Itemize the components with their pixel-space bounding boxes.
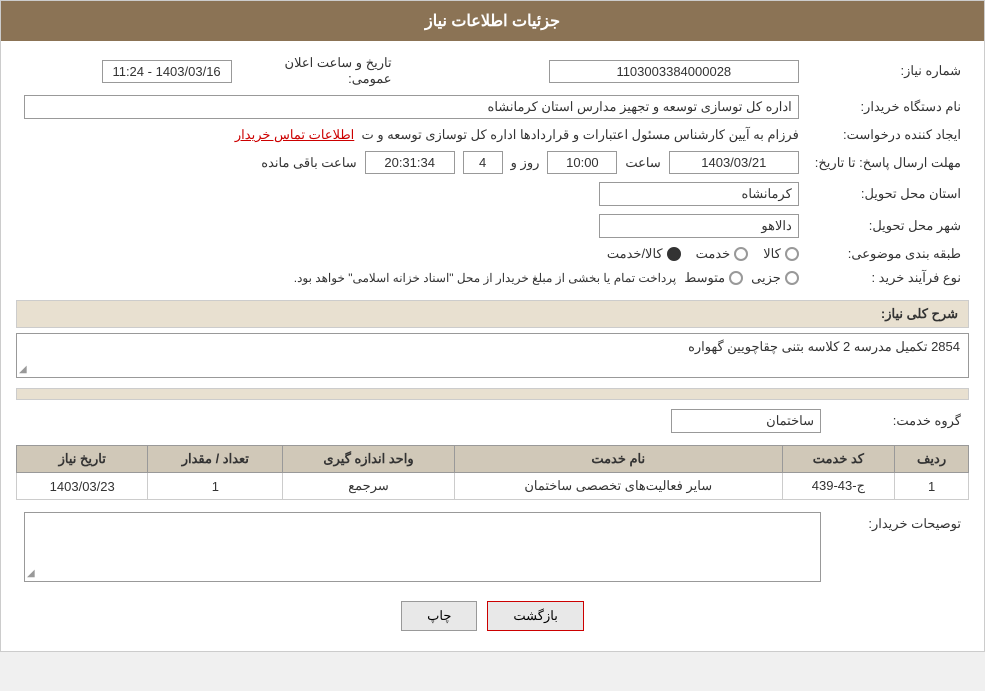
days-label: روز و bbox=[511, 155, 540, 171]
city-value: دالاهو bbox=[16, 210, 807, 242]
province-value: کرمانشاه bbox=[16, 178, 807, 210]
deadline-days-box: 4 bbox=[463, 151, 503, 174]
service-group-box: ساختمان bbox=[671, 409, 821, 433]
category-label: طبقه بندی موضوعی: bbox=[807, 242, 969, 266]
need-description-box: 2854 تکمیل مدرسه 2 کلاسه بتنی چقاچویین گ… bbox=[16, 333, 969, 378]
table-row: 1ج-43-439سایر فعالیت‌های تخصصی ساختمانسر… bbox=[17, 473, 969, 500]
need-desc-section-title: شرح کلی نیاز: bbox=[16, 300, 969, 328]
pub-date-value: 1403/03/16 - 11:24 bbox=[16, 51, 240, 91]
province-box: کرمانشاه bbox=[599, 182, 799, 206]
need-description-text: 2854 تکمیل مدرسه 2 کلاسه بتنی چقاچویین گ… bbox=[17, 334, 968, 360]
service-group-value: ساختمان bbox=[16, 405, 829, 437]
province-label: استان محل تحویل: bbox=[807, 178, 969, 210]
col-name: نام خدمت bbox=[454, 446, 782, 473]
process-note: پرداخت تمام یا بخشی از مبلغ خریدار از مح… bbox=[294, 271, 677, 285]
creator-value: فرزام به آیین کارشناس مسئول اعتبارات و ق… bbox=[16, 123, 807, 147]
cell-date: 1403/03/23 bbox=[17, 473, 148, 500]
col-qty: تعداد / مقدار bbox=[148, 446, 283, 473]
category-radio-both[interactable]: کالا/خدمت bbox=[607, 246, 681, 262]
deadline-value: 1403/03/21 ساعت 10:00 روز و 4 20:31:34 bbox=[16, 147, 807, 178]
need-number-box: 1103003384000028 bbox=[549, 60, 799, 83]
col-unit: واحد اندازه گیری bbox=[283, 446, 455, 473]
pub-date-box: 1403/03/16 - 11:24 bbox=[102, 60, 232, 83]
process-type-value: جزیی متوسط پرداخت تمام یا بخشی از مبلغ خ… bbox=[16, 266, 807, 290]
category-radio-khedmat[interactable]: خدمت bbox=[696, 246, 749, 262]
buyer-org-value: اداره کل توسازی توسعه و تجهیز مدارس استا… bbox=[16, 91, 807, 123]
deadline-date-box: 1403/03/21 bbox=[669, 151, 799, 174]
resize-icon: ◢ bbox=[19, 364, 27, 375]
cell-row: 1 bbox=[895, 473, 969, 500]
deadline-label: مهلت ارسال پاسخ: تا تاریخ: bbox=[807, 147, 969, 178]
need-number-label: شماره نیاز: bbox=[807, 51, 969, 91]
page-header: جزئیات اطلاعات نیاز bbox=[1, 1, 984, 41]
button-row: بازگشت چاپ bbox=[16, 601, 969, 631]
cell-unit: سرجمع bbox=[283, 473, 455, 500]
need-number-value: 1103003384000028 bbox=[400, 51, 807, 91]
deadline-time-box: 10:00 bbox=[547, 151, 617, 174]
city-box: دالاهو bbox=[599, 214, 799, 238]
deadline-remaining-box: 20:31:34 bbox=[365, 151, 455, 174]
category-radio-kala[interactable]: کالا bbox=[763, 246, 799, 262]
buyer-notes-box: ◢ bbox=[24, 512, 821, 582]
header-title: جزئیات اطلاعات نیاز bbox=[425, 13, 560, 30]
remaining-label: ساعت باقی مانده bbox=[261, 155, 356, 171]
col-date: تاریخ نیاز bbox=[17, 446, 148, 473]
service-group-label: گروه خدمت: bbox=[829, 405, 969, 437]
radio-both-icon bbox=[667, 247, 681, 261]
buyer-notes-label: توصیحات خریدار: bbox=[829, 508, 969, 586]
buyer-notes-value: ◢ bbox=[16, 508, 829, 586]
cell-name: سایر فعالیت‌های تخصصی ساختمان bbox=[454, 473, 782, 500]
radio-khedmat-icon bbox=[734, 247, 748, 261]
creator-label: ایجاد کننده درخواست: bbox=[807, 123, 969, 147]
creator-link[interactable]: اطلاعات تماس خریدار bbox=[235, 127, 354, 142]
pub-date-label: تاریخ و ساعت اعلان عمومی: bbox=[240, 51, 400, 91]
back-button[interactable]: بازگشت bbox=[487, 601, 583, 631]
process-type-label: نوع فرآیند خرید : bbox=[807, 266, 969, 290]
buyer-org-box: اداره کل توسازی توسعه و تجهیز مدارس استا… bbox=[24, 95, 799, 119]
radio-kala-icon bbox=[785, 247, 799, 261]
buyer-org-label: نام دستگاه خریدار: bbox=[807, 91, 969, 123]
col-row: ردیف bbox=[895, 446, 969, 473]
services-section-title bbox=[16, 388, 969, 400]
services-table: ردیف کد خدمت نام خدمت واحد اندازه گیری ت… bbox=[16, 445, 969, 500]
print-button[interactable]: چاپ bbox=[401, 601, 477, 631]
buyer-resize-icon: ◢ bbox=[27, 568, 35, 579]
col-code: کد خدمت bbox=[782, 446, 894, 473]
process-radio-motavasset[interactable]: متوسط bbox=[684, 270, 743, 286]
time-label: ساعت bbox=[625, 155, 660, 171]
radio-jozii-icon bbox=[785, 271, 799, 285]
radio-motavasset-icon bbox=[729, 271, 743, 285]
category-value: کالا خدمت کالا/خدمت bbox=[16, 242, 807, 266]
process-radio-jozii[interactable]: جزیی bbox=[751, 270, 799, 286]
cell-qty: 1 bbox=[148, 473, 283, 500]
cell-code: ج-43-439 bbox=[782, 473, 894, 500]
city-label: شهر محل تحویل: bbox=[807, 210, 969, 242]
